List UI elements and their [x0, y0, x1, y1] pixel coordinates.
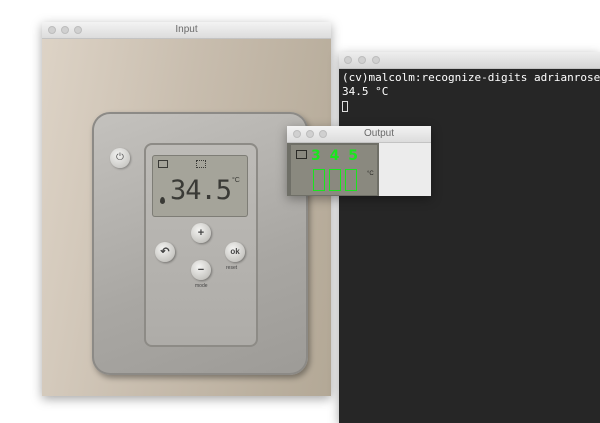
terminal-output[interactable]: (cv)malcolm:recognize-digits adrianroseb… [339, 69, 600, 423]
terminal-titlebar[interactable] [339, 52, 600, 69]
reset-label: reset [226, 265, 238, 271]
water-drop-icon [160, 197, 165, 204]
lcd-reading: 34.5 [170, 175, 232, 206]
digit-box [313, 169, 325, 191]
terminal-cursor [342, 101, 348, 112]
input-titlebar[interactable]: Input [42, 22, 331, 39]
minus-button: − [191, 260, 211, 280]
output-window-title: Output [363, 128, 395, 139]
input-window[interactable]: Input ⏻ 34.5 °C + ↶ ok − mode reset [42, 22, 331, 396]
input-window-title: Input [175, 24, 198, 35]
back-button: ↶ [155, 242, 175, 262]
output-lcd-crop: 3 4 5 °C [291, 145, 377, 195]
terminal-window[interactable]: (cv)malcolm:recognize-digits adrianroseb… [339, 52, 600, 423]
mode-icon [196, 160, 206, 168]
recognized-digits: 3 4 5 [311, 148, 360, 164]
output-titlebar[interactable]: Output [287, 126, 431, 143]
thermostat-face: 34.5 °C + ↶ ok − mode reset [144, 143, 258, 347]
terminal-result-line: 34.5 °C [342, 85, 389, 98]
minimize-icon[interactable] [358, 56, 366, 64]
power-button-icon: ⏻ [110, 148, 130, 168]
book-icon [296, 150, 307, 159]
book-icon [158, 160, 168, 168]
output-window[interactable]: Output 3 4 5 °C [287, 126, 431, 196]
thermostat-lcd: 34.5 °C [152, 155, 248, 217]
plus-button: + [191, 223, 211, 243]
zoom-icon[interactable] [319, 130, 327, 138]
output-unit: °C [367, 171, 374, 177]
output-image: 3 4 5 °C [287, 143, 379, 196]
terminal-command-line: (cv)malcolm:recognize-digits adrianroseb [342, 71, 600, 84]
minimize-icon[interactable] [306, 130, 314, 138]
mode-label: mode [195, 283, 208, 289]
thermostat-plate: ⏻ 34.5 °C + ↶ ok − mode reset [92, 112, 308, 375]
zoom-icon[interactable] [372, 56, 380, 64]
close-icon[interactable] [344, 56, 352, 64]
digit-box [345, 169, 357, 191]
thermostat-photo: ⏻ 34.5 °C + ↶ ok − mode reset [42, 39, 331, 396]
digit-box [329, 169, 341, 191]
lcd-unit: °C [232, 177, 240, 184]
close-icon[interactable] [293, 130, 301, 138]
ok-button: ok [225, 242, 245, 262]
